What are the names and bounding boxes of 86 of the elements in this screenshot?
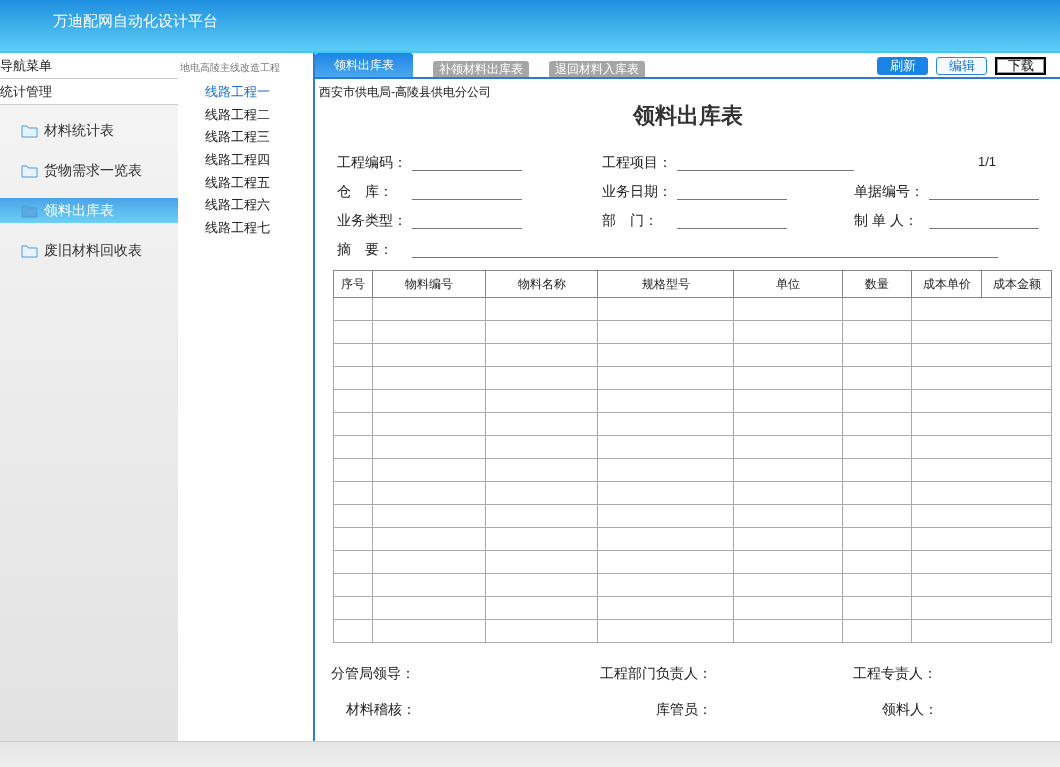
table-cell — [842, 481, 912, 505]
toolbar-button[interactable]: 编辑 — [936, 57, 987, 75]
sidebar-item[interactable]: 废旧材料回收表 — [0, 238, 178, 263]
table-cell — [333, 527, 373, 551]
field-label: 工程项目： — [602, 153, 673, 172]
field-label: 摘 要： — [337, 240, 394, 259]
field-label: 部 门： — [602, 211, 659, 230]
signature-label: 工程部门负责人： — [600, 665, 712, 681]
field-label: 业务日期： — [602, 182, 673, 201]
table-cell — [333, 389, 373, 413]
fill-in-line[interactable] — [677, 199, 787, 200]
field-label: 仓 库： — [337, 182, 394, 201]
field-label: 制 单 人： — [854, 211, 919, 230]
signature-label: 材料稽核： — [346, 701, 416, 717]
table-cell — [842, 619, 912, 643]
table-cell — [842, 343, 912, 367]
fill-in-line[interactable] — [677, 228, 787, 229]
table-cell — [333, 481, 373, 505]
column-header: 成本金额 — [981, 270, 1052, 298]
fill-in-line[interactable] — [929, 199, 1039, 200]
company-name: 西安市供电局-高陵县供电分公司 — [319, 85, 491, 99]
page-indicator: 1/1 — [978, 153, 997, 171]
table-cell — [333, 550, 373, 574]
table-cell — [842, 435, 912, 459]
sidebar-section[interactable]: 统计管理 — [0, 79, 178, 105]
signature-label: 领料人： — [882, 701, 938, 717]
folder-icon — [21, 163, 38, 178]
column-header: 规格型号 — [597, 270, 734, 298]
signature-label: 库管员： — [656, 701, 712, 717]
project-link[interactable]: 线路工程六 — [205, 194, 313, 218]
table-cell — [333, 619, 373, 643]
column-header: 单位 — [733, 270, 843, 298]
column-header: 物料名称 — [485, 270, 598, 298]
fill-in-line[interactable] — [412, 199, 522, 200]
sidebar-item[interactable]: 材料统计表 — [0, 118, 178, 143]
project-link[interactable]: 线路工程二 — [205, 103, 313, 127]
folder-icon — [21, 123, 38, 138]
fill-in-line[interactable] — [412, 228, 522, 229]
table-cell — [333, 366, 373, 390]
field-label: 单据编号： — [854, 182, 925, 201]
project-heading: 地电高陵主线改造工程 — [179, 61, 281, 75]
table-cell — [333, 596, 373, 620]
column-header: 序号 — [333, 270, 373, 298]
table-cell — [333, 458, 373, 482]
document-title: 领料出库表 — [632, 101, 743, 130]
sidebar-item[interactable]: 货物需求一览表 — [0, 158, 178, 183]
table-cell — [842, 389, 912, 413]
table-cell — [333, 343, 373, 367]
table-cell — [333, 320, 373, 344]
folder-icon — [21, 243, 38, 258]
table-cell — [842, 573, 912, 597]
fill-in-line[interactable] — [412, 170, 522, 171]
table-cell — [842, 297, 912, 321]
table-cell — [842, 527, 912, 551]
column-header: 成本单价 — [911, 270, 982, 298]
table-cell — [333, 412, 373, 436]
folder-icon — [21, 203, 38, 218]
table-cell — [842, 596, 912, 620]
app-title: 万迪配网自动化设计平台 — [53, 11, 218, 32]
signature-label: 分管局领导： — [331, 665, 415, 681]
project-link[interactable]: 线路工程七 — [205, 217, 313, 240]
table-cell — [842, 320, 912, 344]
project-link[interactable]: 线路工程四 — [205, 149, 313, 172]
toolbar-button[interactable]: 下载 — [995, 57, 1046, 75]
table-cell — [333, 504, 373, 528]
table-cell — [842, 504, 912, 528]
signature-label: 工程专责人： — [853, 665, 937, 681]
field-label: 工程编码： — [337, 153, 408, 172]
column-header: 数量 — [842, 270, 912, 298]
project-link[interactable]: 线路工程五 — [205, 171, 313, 195]
fill-in-line[interactable] — [412, 257, 998, 258]
table-cell — [333, 435, 373, 459]
sidebar-heading: 导航菜单 — [0, 53, 178, 79]
table-cell — [333, 297, 373, 321]
project-link[interactable]: 线路工程一 — [205, 81, 313, 104]
table-cell — [842, 366, 912, 390]
toolbar-button[interactable]: 刷新 — [877, 57, 928, 75]
project-link[interactable]: 线路工程三 — [205, 126, 313, 150]
table-cell — [842, 412, 912, 436]
table-cell — [842, 458, 912, 482]
field-label: 业务类型： — [337, 211, 408, 230]
fill-in-line[interactable] — [677, 170, 854, 171]
table-cell — [842, 550, 912, 574]
column-header: 物料编号 — [372, 270, 486, 298]
table-cell — [333, 573, 373, 597]
fill-in-line[interactable] — [929, 228, 1039, 229]
